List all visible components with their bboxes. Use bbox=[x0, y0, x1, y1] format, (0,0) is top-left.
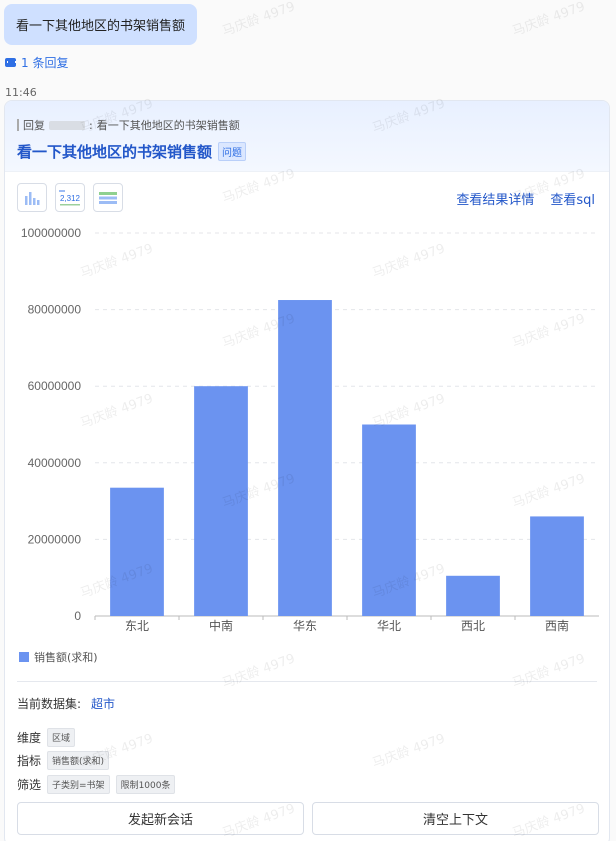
dataset-link[interactable]: 超市 bbox=[91, 697, 115, 711]
bar bbox=[530, 516, 584, 616]
quote-text: 看一下其他地区的书架销售额 bbox=[96, 119, 240, 132]
x-tick-label: 东北 bbox=[125, 619, 149, 633]
metric-row: 指标 销售额(求和) bbox=[17, 751, 110, 770]
chart-toolbar: 2,312 bbox=[17, 183, 123, 212]
metric-chip: 销售额(求和) bbox=[47, 751, 110, 770]
question-tag: 问题 bbox=[218, 142, 247, 161]
watermark-text: 马庆龄 4979 bbox=[510, 0, 588, 40]
bar bbox=[362, 424, 416, 616]
quote-colon: : bbox=[89, 118, 93, 132]
filter-chip-subcategory: 子类别=书架 bbox=[47, 775, 110, 794]
svg-text:2,312: 2,312 bbox=[60, 194, 81, 203]
dimension-row: 维度 区域 bbox=[17, 728, 76, 747]
x-tick-label: 中南 bbox=[209, 618, 233, 633]
bar-chart-icon bbox=[25, 191, 40, 205]
redacted-user-name bbox=[49, 120, 85, 130]
metric-label: 指标 bbox=[17, 754, 42, 768]
card-header: 回复 : 看一下其他地区的书架销售额 看一下其他地区的书架销售额 问题 bbox=[5, 101, 609, 172]
x-tick-label: 西北 bbox=[461, 619, 485, 633]
y-tick-label: 60000000 bbox=[28, 379, 82, 393]
y-tick-label: 0 bbox=[74, 609, 81, 623]
bar-chart-view-button[interactable] bbox=[17, 183, 47, 212]
user-message: 看一下其他地区的书架销售额 bbox=[4, 4, 198, 45]
bar bbox=[278, 300, 332, 616]
table-view-button[interactable] bbox=[93, 183, 123, 212]
chart-legend[interactable]: 销售额(求和) bbox=[19, 649, 98, 665]
y-tick-label: 80000000 bbox=[28, 303, 82, 317]
dimension-chip: 区域 bbox=[47, 728, 76, 747]
dataset-label: 当前数据集: bbox=[17, 697, 82, 711]
dimension-label: 维度 bbox=[17, 731, 42, 745]
clear-context-button[interactable]: 清空上下文 bbox=[312, 802, 599, 835]
table-icon bbox=[99, 191, 117, 204]
quote-bar bbox=[17, 119, 19, 131]
y-tick-label: 100000000 bbox=[21, 226, 81, 240]
bar bbox=[110, 487, 164, 616]
legend-label: 销售额(求和) bbox=[34, 651, 98, 664]
filter-chip-limit: 限制1000条 bbox=[115, 775, 176, 794]
number-card-view-button[interactable]: 2,312 bbox=[55, 183, 85, 212]
answer-card: 回复 : 看一下其他地区的书架销售额 看一下其他地区的书架销售额 问题 2,31… bbox=[4, 100, 610, 841]
x-tick-label: 华东 bbox=[293, 619, 317, 633]
filter-row: 筛选 子类别=书架 限制1000条 bbox=[17, 775, 176, 794]
reply-quote: 回复 : 看一下其他地区的书架销售额 bbox=[17, 117, 597, 133]
new-session-button[interactable]: 发起新会话 bbox=[17, 802, 304, 835]
message-time: 11:46 bbox=[5, 86, 37, 99]
action-buttons: 发起新会话 清空上下文 bbox=[17, 802, 599, 835]
bar bbox=[194, 386, 248, 616]
x-tick-label: 西南 bbox=[545, 618, 569, 633]
watermark-text: 马庆龄 4979 bbox=[220, 0, 298, 40]
legend-swatch bbox=[19, 652, 29, 662]
comment-icon bbox=[5, 58, 16, 67]
result-links: 查看结果详情 查看sql bbox=[456, 189, 595, 208]
card-title: 看一下其他地区的书架销售额 bbox=[17, 143, 213, 161]
y-tick-label: 40000000 bbox=[28, 456, 82, 470]
x-tick-label: 华北 bbox=[377, 619, 401, 633]
reply-count-link[interactable]: 1 条回复 bbox=[5, 54, 68, 71]
view-sql-link[interactable]: 查看sql bbox=[550, 189, 595, 208]
current-dataset: 当前数据集: 超市 bbox=[17, 695, 115, 712]
filter-label: 筛选 bbox=[17, 778, 42, 792]
view-result-details-link[interactable]: 查看结果详情 bbox=[456, 189, 534, 208]
quote-prefix: 回复 bbox=[23, 119, 45, 132]
bar bbox=[446, 575, 500, 616]
sales-bar-chart: 0 20000000 40000000 60000000 80000000 1000000… bbox=[21, 226, 599, 633]
y-tick-label: 20000000 bbox=[28, 532, 82, 546]
number-card-icon: 2,312 bbox=[59, 189, 81, 205]
reply-count-label: 1 条回复 bbox=[21, 56, 69, 70]
divider bbox=[17, 681, 597, 682]
